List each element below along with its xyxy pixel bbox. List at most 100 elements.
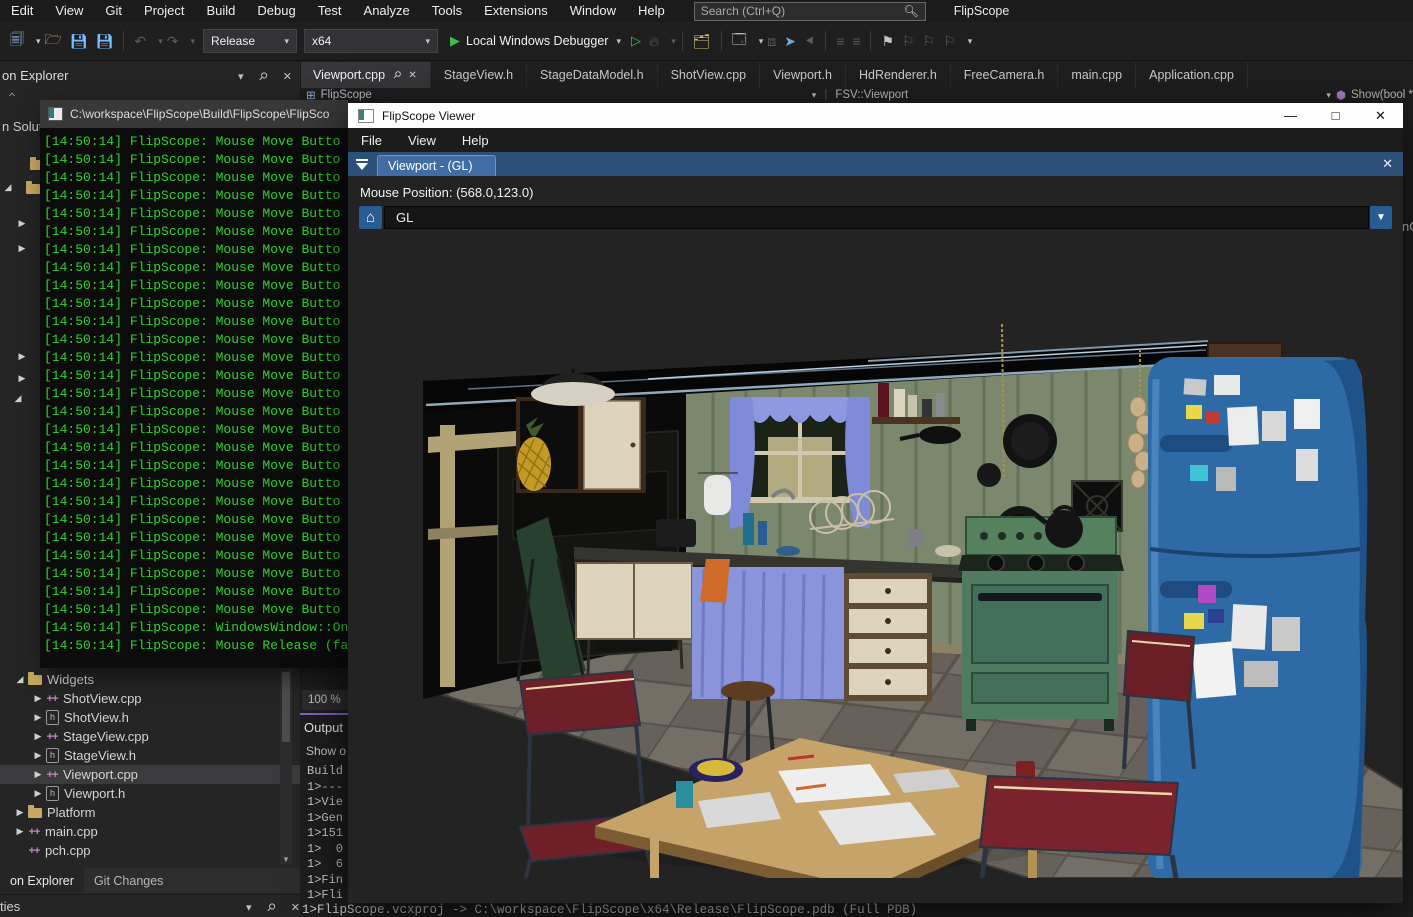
bookmark-icon[interactable]: ⚑ <box>881 33 894 50</box>
tree-item-platform[interactable]: ▶ Platform <box>0 803 300 822</box>
clear-bookmarks-icon[interactable]: ⚐ <box>943 33 956 50</box>
renderer-dropdown-button[interactable]: ▼ <box>1370 206 1392 229</box>
breadcrumb-member[interactable]: Show(bool * <box>1351 89 1413 101</box>
toolbar-overflow-caret[interactable]: ▾ <box>968 36 973 47</box>
configuration-dropdown[interactable]: Release▾ <box>203 29 297 53</box>
save-icon[interactable]: 💾︎ <box>70 33 88 50</box>
renderer-select[interactable]: GL <box>384 206 1369 229</box>
go-to-cursor-icon[interactable]: ➤ <box>784 33 796 50</box>
viewer-title-bar[interactable]: FlipScope Viewer — □ ✕ <box>348 103 1403 128</box>
tab-viewport-h[interactable]: Viewport.h <box>760 62 846 88</box>
viewport-3d-scene[interactable] <box>348 229 1403 878</box>
menu-debug[interactable]: Debug <box>246 0 306 22</box>
pin-icon[interactable]: ⚲ <box>264 900 279 915</box>
tab-viewport-cpp[interactable]: Viewport.cpp ⚲ ✕ <box>300 62 431 88</box>
tree-item-shotview-cpp[interactable]: ▶++ ShotView.cpp <box>0 689 300 708</box>
menu-edit[interactable]: Edit <box>0 0 44 22</box>
tab-main-cpp[interactable]: main.cpp <box>1058 62 1136 88</box>
tab-shotview-cpp[interactable]: ShotView.cpp <box>658 62 761 88</box>
flipscope-viewer-window[interactable]: FlipScope Viewer — □ ✕ File View Help Vi… <box>348 103 1403 903</box>
tab-hdrenderer-h[interactable]: HdRenderer.h <box>846 62 951 88</box>
close-icon[interactable]: ✕ <box>291 902 300 914</box>
breadcrumb-caret[interactable]: ▾ <box>812 90 817 101</box>
menu-test[interactable]: Test <box>307 0 353 22</box>
maximize-icon[interactable]: □ <box>1313 108 1358 124</box>
panel-dropdown-icon[interactable]: ▾ <box>238 71 244 83</box>
tree-item-widgets[interactable]: ◢ Widgets <box>0 670 300 689</box>
open-folder-icon[interactable]: 🗁︎ <box>45 29 62 53</box>
prev-bookmark-icon[interactable]: ⚐ <box>902 33 915 50</box>
tab-solution-explorer[interactable]: on Explorer <box>0 868 84 893</box>
tree-expander[interactable]: ◢ <box>12 393 24 404</box>
viewer-menu-help[interactable]: Help <box>462 133 489 148</box>
home-button[interactable]: ⌂ <box>359 206 382 229</box>
menu-extensions[interactable]: Extensions <box>473 0 559 22</box>
pin-icon[interactable]: ⚲ <box>256 69 271 84</box>
tree-item-stageview-h[interactable]: ▶h StageView.h <box>0 746 300 765</box>
solution-explorer-caret[interactable]: ▾ <box>759 36 764 47</box>
tab-freecamera-h[interactable]: FreeCamera.h <box>951 62 1059 88</box>
tab-application-cpp[interactable]: Application.cpp <box>1136 62 1248 88</box>
menu-git[interactable]: Git <box>94 0 133 22</box>
close-tab-icon[interactable]: ✕ <box>408 70 416 81</box>
solution-explorer-icon[interactable]: 🗔︎ <box>732 29 747 53</box>
debug-target-label[interactable]: Local Windows Debugger <box>466 34 608 48</box>
menu-help[interactable]: Help <box>627 0 676 22</box>
menu-tools[interactable]: Tools <box>421 0 473 22</box>
panel-dropdown-icon[interactable]: ▾ <box>246 902 252 914</box>
menu-window[interactable]: Window <box>559 0 627 22</box>
compare-icon[interactable]: ⧈ <box>767 33 776 50</box>
tree-expander[interactable]: ▶ <box>16 351 28 362</box>
redo-caret[interactable]: ▾ <box>190 36 195 47</box>
tree-expander[interactable]: ▶ <box>16 243 28 254</box>
tree-item-viewport-cpp[interactable]: ▶++ Viewport.cpp <box>0 765 300 784</box>
console-title-bar[interactable]: C:\workspace\FlipScope\Build\FlipScope\F… <box>40 100 348 128</box>
save-all-icon[interactable]: 💾︎ <box>96 33 114 50</box>
next-bookmark-icon[interactable]: ⚐ <box>923 33 936 50</box>
pin-icon[interactable]: ⚲ <box>390 69 403 82</box>
new-project-caret[interactable]: ▾ <box>36 36 41 47</box>
viewer-menu-file[interactable]: File <box>361 133 382 148</box>
close-icon[interactable]: ✕ <box>283 71 292 83</box>
outdent-icon[interactable]: ≡ <box>852 33 860 49</box>
platform-dropdown[interactable]: x64▾ <box>304 29 438 53</box>
menu-project[interactable]: Project <box>133 0 195 22</box>
viewport-tab[interactable]: Viewport - (GL) <box>377 155 496 177</box>
find-in-files-icon[interactable]: 🗂︎ <box>693 33 711 50</box>
tree-item-shotview-h[interactable]: ▶h ShotView.h <box>0 708 300 727</box>
close-icon[interactable]: ✕ <box>1358 108 1403 124</box>
navigate-back-icon[interactable]: ⯇ <box>804 33 815 50</box>
redo-icon[interactable]: ↷ <box>167 33 179 50</box>
tab-git-changes[interactable]: Git Changes <box>84 868 173 893</box>
search-input[interactable]: Search (Ctrl+Q) 🔍︎ <box>694 2 926 21</box>
tree-expander[interactable]: ◢ <box>2 182 14 193</box>
undo-icon[interactable]: ↶ <box>134 33 146 50</box>
tab-stagedatamodel-h[interactable]: StageDataModel.h <box>527 62 658 88</box>
viewer-menu-view[interactable]: View <box>408 133 436 148</box>
hot-reload-icon[interactable]: 🔥︎ <box>649 33 659 50</box>
breadcrumb-symbol[interactable]: FSV::Viewport <box>835 89 908 101</box>
debug-target-caret[interactable]: ▾ <box>616 36 621 47</box>
tree-expander[interactable]: ▶ <box>16 218 28 229</box>
menu-analyze[interactable]: Analyze <box>353 0 421 22</box>
chevron-down-icon[interactable] <box>355 159 369 170</box>
tab-close-icon[interactable]: ✕ <box>1382 156 1393 172</box>
menu-build[interactable]: Build <box>195 0 246 22</box>
tree-item-pch-cpp[interactable]: ++ pch.cpp <box>0 841 300 860</box>
tree-scrollbar[interactable]: ▼ <box>280 668 292 864</box>
hot-reload-caret[interactable]: ▾ <box>671 36 676 47</box>
minimize-icon[interactable]: — <box>1268 108 1313 124</box>
tab-stageview-h[interactable]: StageView.h <box>431 62 527 88</box>
indent-icon[interactable]: ≡ <box>836 33 844 49</box>
tree-item-main-cpp[interactable]: ▶++ main.cpp <box>0 822 300 841</box>
tree-item-viewport-h[interactable]: ▶h Viewport.h <box>0 784 300 803</box>
member-caret[interactable]: ▾ <box>1326 90 1331 101</box>
tree-expander[interactable]: ▶ <box>16 373 28 384</box>
new-project-icon[interactable]: 🗐︎ <box>10 29 24 53</box>
undo-caret[interactable]: ▾ <box>158 36 163 47</box>
tree-item-stageview-cpp[interactable]: ▶++ StageView.cpp <box>0 727 300 746</box>
console-window[interactable]: C:\workspace\FlipScope\Build\FlipScope\F… <box>40 100 348 668</box>
home-icon[interactable]: ⌂ <box>8 88 16 96</box>
start-debug-icon[interactable]: ▶ <box>450 33 460 49</box>
menu-view[interactable]: View <box>44 0 94 22</box>
